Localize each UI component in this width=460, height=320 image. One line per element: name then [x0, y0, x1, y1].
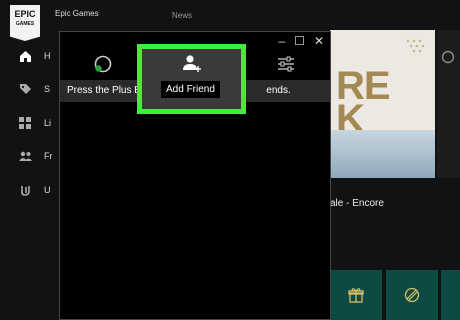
circle-icon	[441, 50, 455, 64]
epic-games-logo[interactable]: EPIC GAMES	[10, 5, 40, 41]
gift-icon	[348, 288, 364, 303]
instruction-text-end: ends.	[266, 85, 291, 96]
window-controls: – ☐ ✕	[278, 34, 324, 48]
side-card[interactable]	[437, 30, 460, 178]
sidebar-item-friends[interactable]: Fr	[18, 146, 63, 166]
featured-game-caption: ale - Encore	[330, 198, 384, 209]
sidebar-item-label: U	[44, 185, 51, 195]
add-friend-button[interactable]	[137, 44, 246, 114]
status-circle-icon	[94, 55, 112, 73]
tab-status[interactable]	[93, 54, 113, 74]
close-button[interactable]: ✕	[314, 34, 324, 48]
promo-card-badge[interactable]	[386, 270, 438, 320]
home-icon	[18, 49, 32, 63]
decorative-pattern-icon	[406, 39, 425, 53]
tag-icon	[18, 82, 32, 96]
logo-text-games: GAMES	[15, 21, 35, 27]
sidebar-item-label: H	[44, 51, 51, 61]
tab-settings[interactable]	[276, 54, 296, 74]
section-title-news: News	[172, 11, 193, 20]
sidebar-item-label: Fr	[44, 151, 52, 161]
promo-card-partial[interactable]	[441, 270, 460, 320]
badge-icon	[404, 287, 420, 303]
sidebar-item-label: Li	[44, 118, 52, 128]
featured-game-art-scene	[330, 130, 435, 178]
unreal-icon	[18, 183, 32, 197]
people-icon	[18, 149, 32, 163]
promo-card-gift[interactable]	[330, 270, 382, 320]
maximize-button[interactable]: ☐	[294, 34, 305, 48]
sidebar-item-label: S	[44, 84, 51, 94]
sidebar-item-library[interactable]: Li	[18, 113, 63, 133]
sidebar-item-unreal[interactable]: U	[18, 180, 63, 200]
sidebar: EPIC GAMES H S Li Fr U	[0, 0, 60, 320]
add-user-icon	[183, 55, 201, 72]
grid-icon	[18, 116, 32, 130]
featured-game-card[interactable]: RE K	[330, 30, 435, 178]
app-title: Epic Games	[55, 9, 99, 18]
featured-game-art-text: RE K	[336, 64, 391, 141]
minimize-button[interactable]: –	[278, 34, 285, 48]
sliders-icon	[278, 56, 294, 72]
sidebar-item-store[interactable]: S	[18, 79, 63, 99]
add-friend-tooltip: Add Friend	[161, 81, 220, 98]
sidebar-item-home[interactable]: H	[18, 46, 63, 66]
logo-text-epic: EPIC	[14, 9, 36, 19]
